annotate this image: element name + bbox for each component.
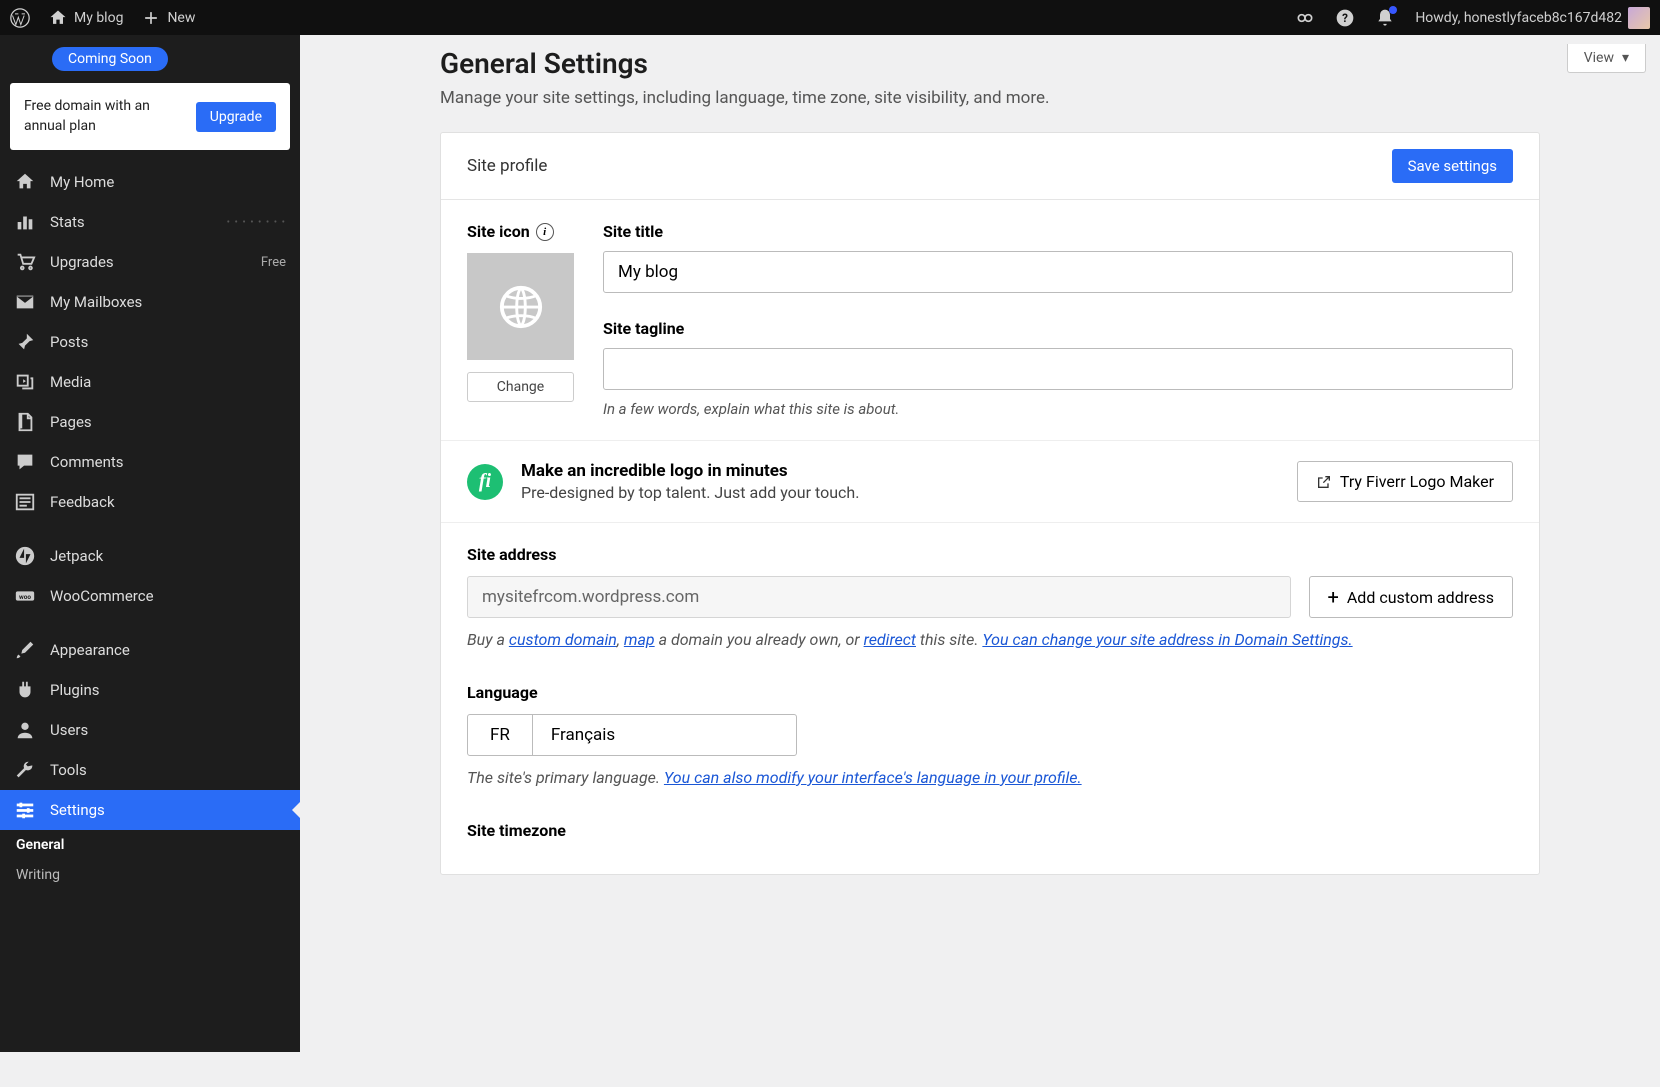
- pages-icon: [14, 411, 36, 433]
- site-address-description: Buy a custom domain, map a domain you al…: [467, 630, 1513, 649]
- reader-icon[interactable]: [1295, 8, 1315, 28]
- feedback-icon: [14, 491, 36, 513]
- plugin-icon: [14, 679, 36, 701]
- svg-text:?: ?: [1342, 11, 1348, 25]
- settings-icon: [14, 799, 36, 821]
- page-title: General Settings: [440, 47, 1540, 80]
- site-icon-label: Site iconi: [467, 222, 577, 241]
- site-address-label: Site address: [467, 545, 1513, 564]
- help-icon[interactable]: ?: [1335, 8, 1355, 28]
- change-icon-button[interactable]: Change: [467, 372, 574, 402]
- page-description: Manage your site settings, including lan…: [440, 88, 1540, 108]
- sidebar-item-stats[interactable]: Stats• • • • • • • •: [0, 202, 300, 242]
- chevron-down-icon: ▾: [1622, 50, 1629, 66]
- sidebar-sub-writing[interactable]: Writing: [0, 860, 300, 890]
- save-settings-button[interactable]: Save settings: [1392, 149, 1513, 183]
- woocommerce-icon: woo: [14, 585, 36, 607]
- site-profile-card: Site profile Save settings Site iconi Ch…: [440, 132, 1540, 875]
- sidebar-item-appearance[interactable]: Appearance: [0, 630, 300, 670]
- comments-icon: [14, 451, 36, 473]
- notifications-icon[interactable]: [1375, 8, 1395, 28]
- site-name-label: My blog: [74, 10, 123, 26]
- card-header-title: Site profile: [467, 156, 547, 176]
- plus-icon: +: [1328, 587, 1339, 607]
- interface-language-link[interactable]: You can also modify your interface's lan…: [664, 768, 1082, 787]
- sidebar-item-mailboxes[interactable]: My Mailboxes: [0, 282, 300, 322]
- avatar-icon: [1628, 7, 1650, 29]
- sidebar-item-upgrades[interactable]: UpgradesFree: [0, 242, 300, 282]
- fiverr-subtitle: Pre-designed by top talent. Just add you…: [521, 483, 1279, 502]
- sidebar-item-users[interactable]: Users: [0, 710, 300, 750]
- home-icon: [48, 8, 68, 28]
- site-link[interactable]: My blog: [48, 8, 123, 28]
- add-custom-address-button[interactable]: +Add custom address: [1309, 576, 1514, 618]
- upgrade-card-text: Free domain with an annual plan: [24, 97, 186, 136]
- stats-icon: [14, 211, 36, 233]
- media-icon: [14, 371, 36, 393]
- sidebar-item-posts[interactable]: Posts: [0, 322, 300, 362]
- globe-icon: [498, 284, 544, 330]
- fiverr-title: Make an incredible logo in minutes: [521, 461, 1279, 481]
- redirect-link[interactable]: redirect: [864, 630, 916, 649]
- admin-sidebar: Coming Soon Free domain with an annual p…: [0, 35, 300, 1052]
- tagline-hint: In a few words, explain what this site i…: [603, 400, 1513, 418]
- view-toggle[interactable]: View▾: [1567, 44, 1646, 73]
- sidebar-item-woocommerce[interactable]: wooWooCommerce: [0, 576, 300, 616]
- sidebar-item-comments[interactable]: Comments: [0, 442, 300, 482]
- sidebar-item-tools[interactable]: Tools: [0, 750, 300, 790]
- fiverr-button[interactable]: Try Fiverr Logo Maker: [1297, 461, 1513, 502]
- sidebar-item-plugins[interactable]: Plugins: [0, 670, 300, 710]
- external-link-icon: [1316, 474, 1332, 490]
- howdy-label: Howdy, honestlyfaceb8c167d482: [1415, 10, 1622, 26]
- home-icon: [14, 171, 36, 193]
- sidebar-item-settings[interactable]: Settings: [0, 790, 300, 830]
- upgrade-card: Free domain with an annual plan Upgrade: [10, 83, 290, 150]
- account-link[interactable]: Howdy, honestlyfaceb8c167d482: [1415, 7, 1650, 29]
- site-tagline-label: Site tagline: [603, 319, 1513, 338]
- site-title-label: Site title: [603, 222, 1513, 241]
- admin-topbar: My blog New ? Howdy, honestlyfaceb8c167d…: [0, 0, 1660, 35]
- wrench-icon: [14, 759, 36, 781]
- svg-text:woo: woo: [19, 593, 31, 601]
- new-content-link[interactable]: New: [141, 8, 195, 28]
- wordpress-logo[interactable]: [10, 8, 30, 28]
- site-tagline-input[interactable]: [603, 348, 1513, 390]
- sidebar-item-feedback[interactable]: Feedback: [0, 482, 300, 522]
- plus-icon: [141, 8, 161, 28]
- jetpack-icon: [14, 545, 36, 567]
- upgrade-button[interactable]: Upgrade: [196, 102, 276, 132]
- language-selector[interactable]: FR Français: [467, 714, 797, 756]
- cart-icon: [14, 251, 36, 273]
- brush-icon: [14, 639, 36, 661]
- coming-soon-badge[interactable]: Coming Soon: [52, 47, 168, 71]
- fiverr-promo: fi Make an incredible logo in minutes Pr…: [441, 440, 1539, 522]
- language-name: Français: [533, 715, 796, 755]
- site-icon-preview: [467, 253, 574, 360]
- domain-settings-link[interactable]: You can change your site address in Doma…: [982, 630, 1352, 649]
- sidebar-item-media[interactable]: Media: [0, 362, 300, 402]
- map-domain-link[interactable]: map: [624, 630, 655, 649]
- language-label: Language: [467, 683, 1513, 702]
- site-address-input[interactable]: [467, 576, 1291, 618]
- info-icon[interactable]: i: [536, 223, 554, 241]
- site-title-input[interactable]: [603, 251, 1513, 293]
- sidebar-sub-general[interactable]: General: [0, 830, 300, 860]
- sidebar-item-pages[interactable]: Pages: [0, 402, 300, 442]
- mail-icon: [14, 291, 36, 313]
- stats-sparkline: • • • • • • • •: [227, 217, 286, 228]
- sidebar-item-jetpack[interactable]: Jetpack: [0, 536, 300, 576]
- language-description: The site's primary language. You can als…: [467, 768, 1513, 787]
- new-label: New: [167, 10, 195, 26]
- language-code: FR: [468, 715, 533, 755]
- custom-domain-link[interactable]: custom domain: [509, 630, 617, 649]
- timezone-label: Site timezone: [467, 821, 1513, 840]
- fiverr-logo-icon: fi: [467, 464, 503, 500]
- pin-icon: [14, 331, 36, 353]
- user-icon: [14, 719, 36, 741]
- sidebar-item-my-home[interactable]: My Home: [0, 162, 300, 202]
- main-content: View▾ General Settings Manage your site …: [300, 35, 1660, 1052]
